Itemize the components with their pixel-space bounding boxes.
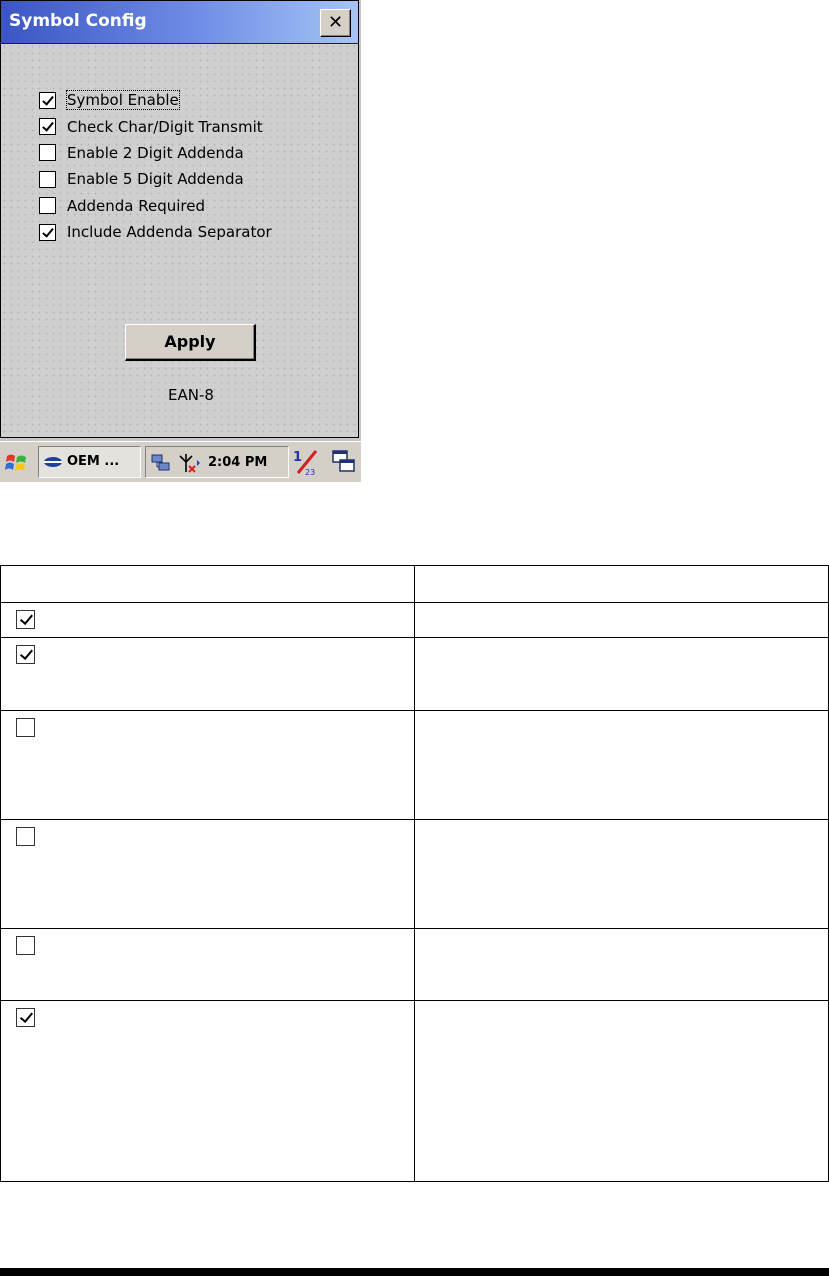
svg-text:1: 1	[293, 450, 302, 465]
windows-switch-icon[interactable]	[330, 448, 358, 476]
taskbar-app-label: OEM ...	[67, 454, 120, 469]
checkbox-icon	[16, 610, 35, 629]
network-icon[interactable]	[150, 453, 172, 473]
table-row	[0, 1000, 829, 1182]
table-cell-checkbox	[0, 819, 415, 929]
checkbox-enable-2-digit-addenda[interactable]	[39, 144, 56, 162]
table-cell-description	[414, 819, 829, 929]
table-cell-checkbox	[0, 1000, 415, 1182]
settings-table	[0, 565, 829, 1182]
table-cell-description	[414, 1000, 829, 1182]
device-screen: Symbol Config ✕ Symbol Enable Check Char…	[0, 0, 361, 482]
option-label[interactable]: Enable 5 Digit Addenda	[67, 170, 244, 188]
table-row	[0, 819, 829, 929]
checkbox-icon	[16, 827, 35, 846]
option-include-addenda-separator[interactable]: Include Addenda Separator	[39, 219, 272, 245]
checkbox-include-addenda-separator[interactable]	[39, 223, 56, 241]
checkbox-icon	[16, 645, 35, 664]
checkbox-symbol-enable[interactable]	[39, 91, 56, 109]
option-label[interactable]: Check Char/Digit Transmit	[67, 118, 263, 136]
checkbox-addenda-required[interactable]	[39, 197, 56, 215]
title-bar: Symbol Config ✕	[1, 1, 358, 44]
checkbox-icon	[16, 936, 35, 955]
table-cell-checkbox	[0, 710, 415, 820]
antenna-icon[interactable]	[176, 451, 200, 475]
dialog-title: Symbol Config	[9, 11, 147, 31]
option-enable-2-digit-addenda[interactable]: Enable 2 Digit Addenda	[39, 140, 272, 166]
option-label[interactable]: Addenda Required	[67, 197, 205, 215]
table-header-cell	[0, 565, 415, 603]
table-header-row	[0, 565, 829, 603]
option-enable-5-digit-addenda[interactable]: Enable 5 Digit Addenda	[39, 166, 272, 192]
option-label[interactable]: Enable 2 Digit Addenda	[67, 144, 244, 162]
windows-flag-icon[interactable]	[4, 450, 30, 476]
page-bottom-rule	[0, 1268, 829, 1276]
option-label[interactable]: Include Addenda Separator	[67, 223, 272, 241]
close-icon: ✕	[327, 12, 344, 33]
option-list: Symbol Enable Check Char/Digit Transmit …	[39, 87, 272, 245]
table-row	[0, 710, 829, 820]
table-cell-description	[414, 602, 829, 638]
taskbar-app-button[interactable]: OEM ...	[38, 446, 141, 478]
option-label[interactable]: Symbol Enable	[66, 90, 180, 111]
app-logo-icon	[44, 457, 62, 467]
table-cell-description	[414, 710, 829, 820]
table-row	[0, 602, 829, 638]
option-symbol-enable[interactable]: Symbol Enable	[39, 87, 272, 113]
checkbox-enable-5-digit-addenda[interactable]	[39, 170, 56, 188]
table-row	[0, 637, 829, 711]
checkbox-icon	[16, 1008, 35, 1027]
checkbox-check-char-digit-transmit[interactable]	[39, 118, 56, 136]
input-panel-icon[interactable]: 1 23	[292, 447, 320, 477]
option-addenda-required[interactable]: Addenda Required	[39, 193, 272, 219]
table-cell-checkbox	[0, 637, 415, 711]
taskbar: OEM ... 2:04 PM 1 23	[0, 441, 361, 482]
svg-text:23: 23	[305, 468, 315, 477]
system-tray: 2:04 PM	[145, 446, 289, 478]
table-cell-checkbox	[0, 602, 415, 638]
table-cell-checkbox	[0, 928, 415, 1001]
symbol-config-dialog: Symbol Config ✕ Symbol Enable Check Char…	[0, 0, 359, 438]
symbology-name: EAN-8	[168, 386, 214, 404]
option-check-char-digit-transmit[interactable]: Check Char/Digit Transmit	[39, 113, 272, 139]
table-cell-description	[414, 637, 829, 711]
table-row	[0, 928, 829, 1001]
apply-button[interactable]: Apply	[125, 324, 256, 361]
close-button[interactable]: ✕	[320, 9, 351, 37]
table-header-cell	[414, 565, 829, 603]
table-cell-description	[414, 928, 829, 1001]
checkbox-icon	[16, 718, 35, 737]
clock[interactable]: 2:04 PM	[208, 455, 267, 470]
